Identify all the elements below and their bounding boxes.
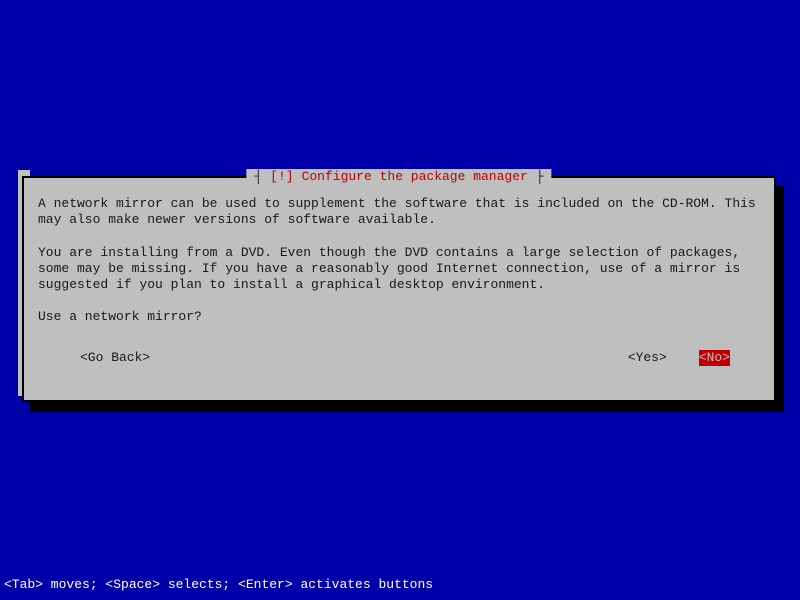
yes-button[interactable]: <Yes> [628,350,667,366]
dialog-content: A network mirror can be used to suppleme… [24,178,774,380]
dialog-title: ┤ [!] Configure the package manager ├ [246,169,551,184]
question: Use a network mirror? [38,309,760,325]
title-bracket-right: ├ [536,169,544,184]
no-button[interactable]: <No> [699,350,730,366]
paragraph-2: You are installing from a DVD. Even thou… [38,245,760,294]
dialog: ┤[!]Configure the package manager├ A net… [22,176,776,402]
title-bracket-left: ┤ [254,169,262,184]
button-row: <Go Back> <Yes> <No> [38,350,760,366]
go-back-button[interactable]: <Go Back> [80,350,150,366]
paragraph-1: A network mirror can be used to suppleme… [38,196,760,229]
status-bar: <Tab> moves; <Space> selects; <Enter> ac… [4,577,433,592]
title-text: Configure the package manager [302,169,528,184]
title-tag: [!] [270,169,293,184]
